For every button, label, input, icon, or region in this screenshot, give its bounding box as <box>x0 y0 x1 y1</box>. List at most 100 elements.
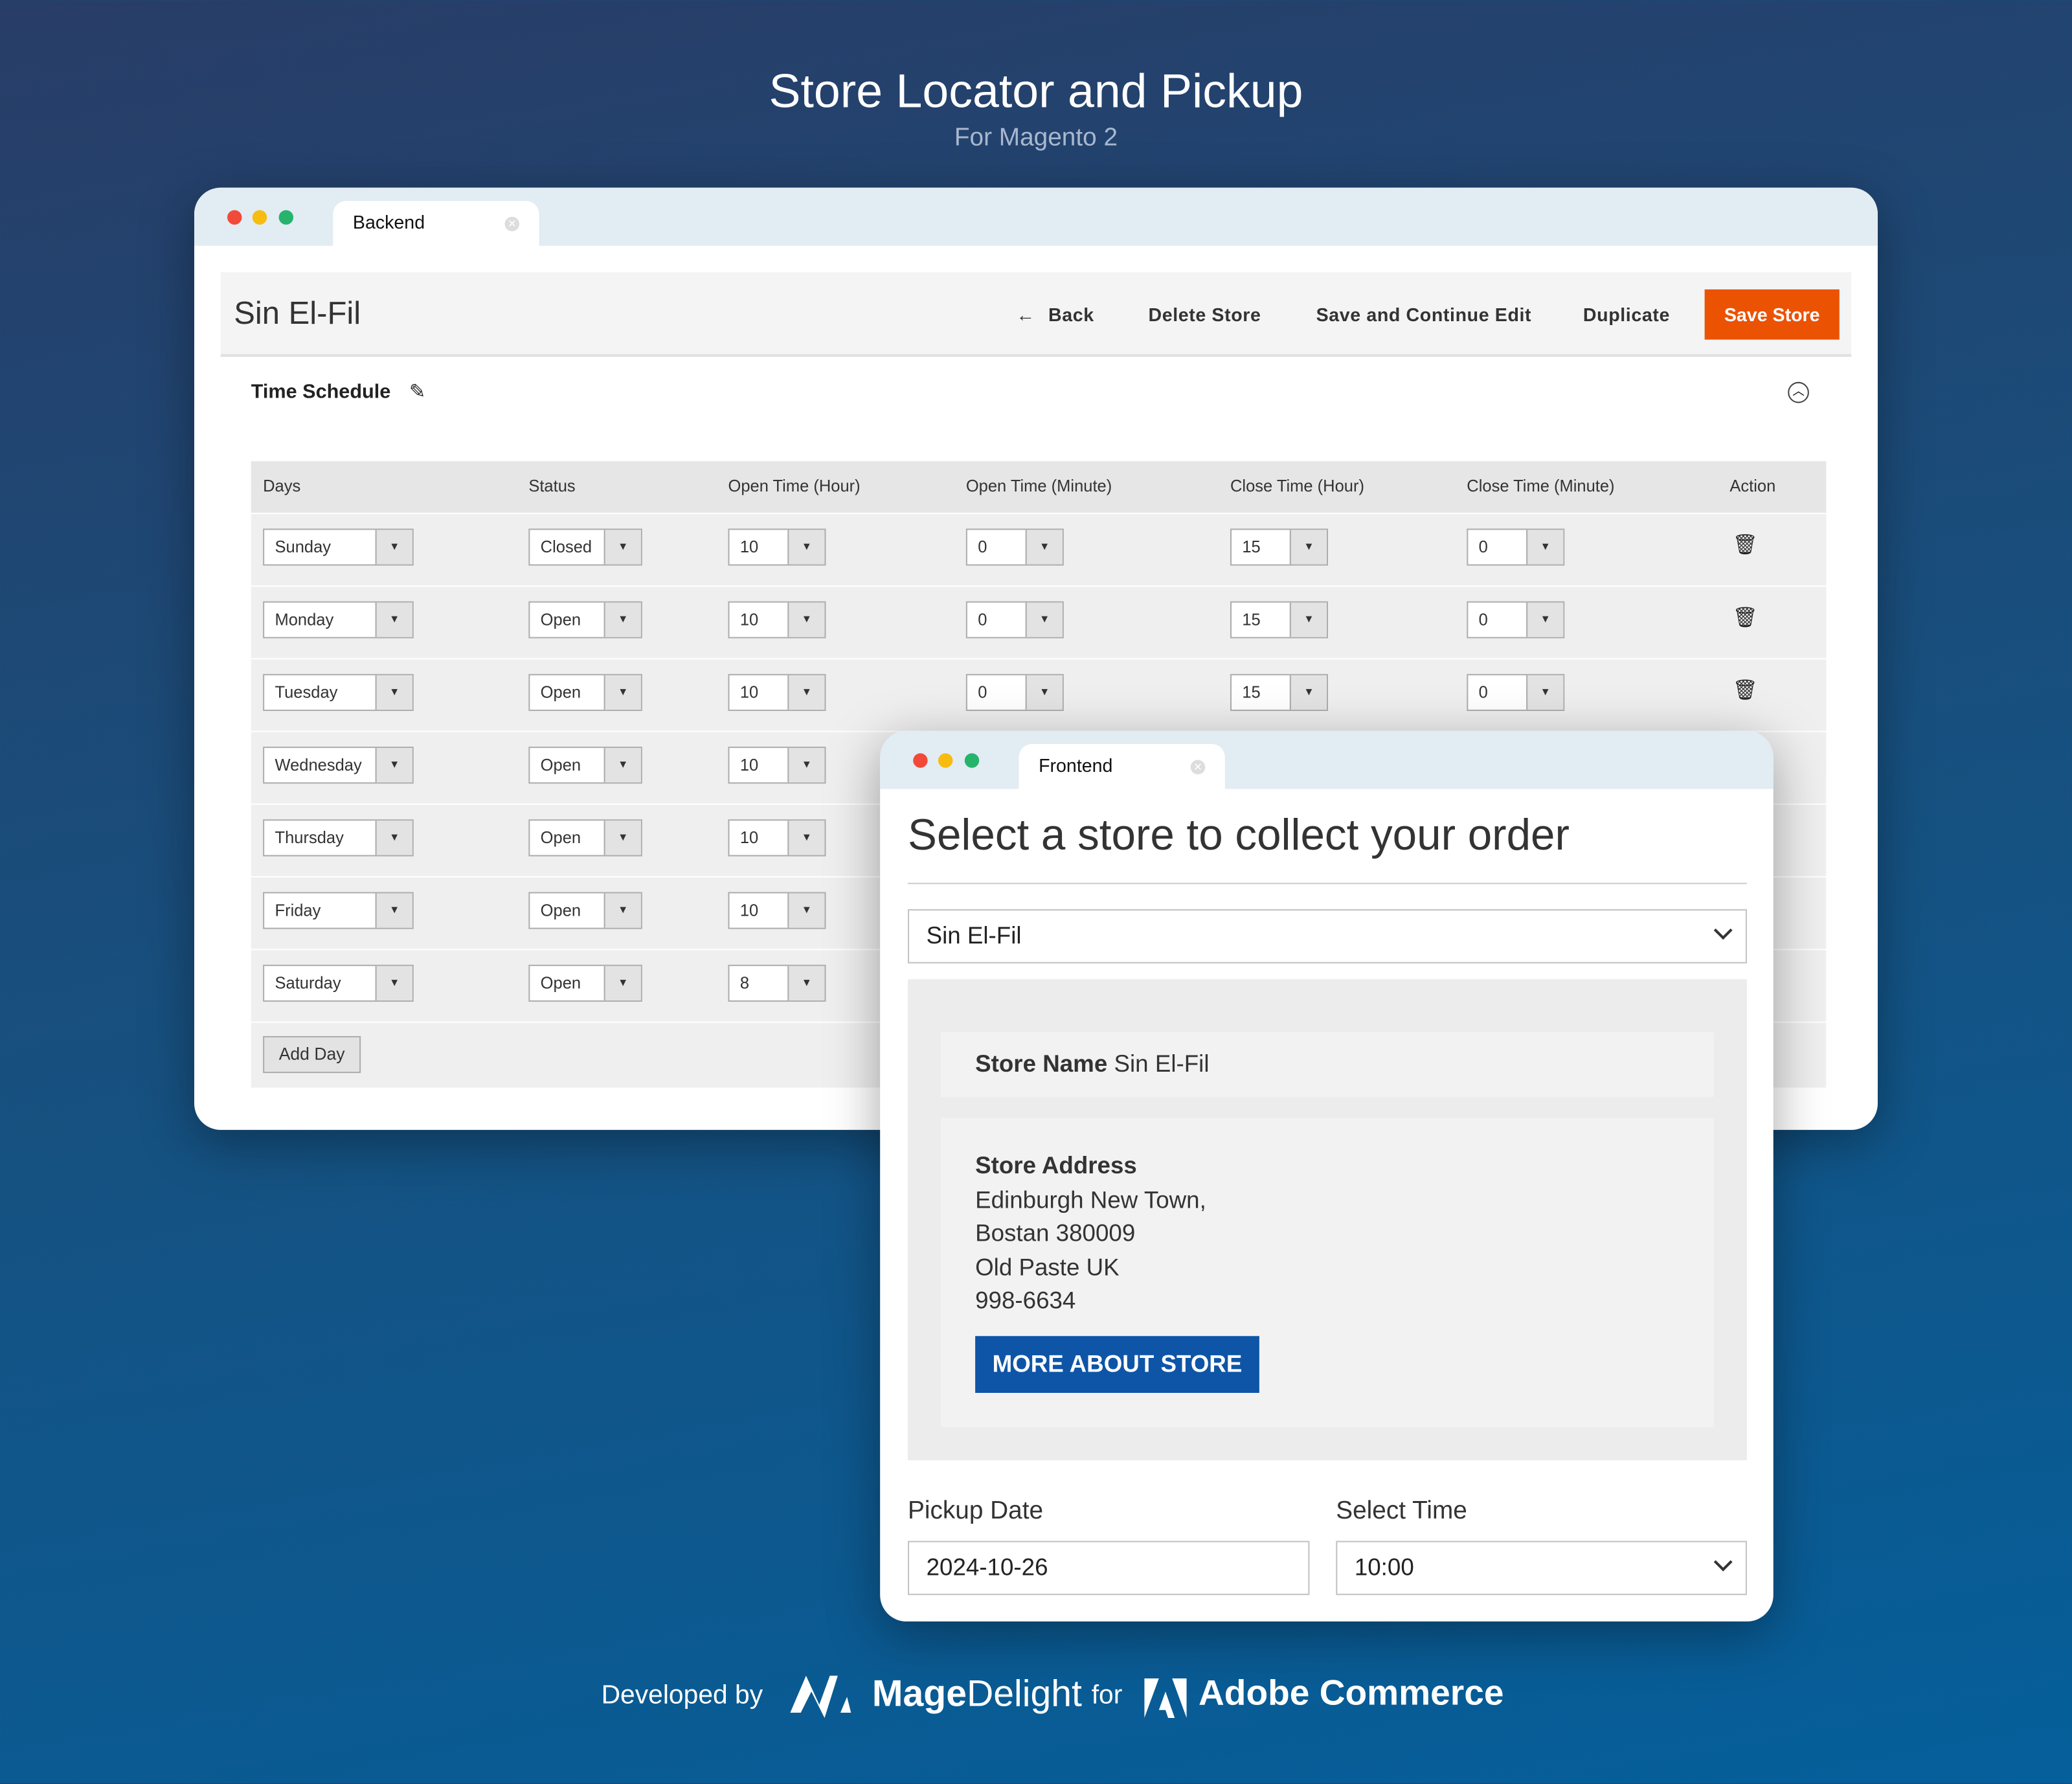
trash-icon[interactable]: 🗑 <box>1732 678 1757 702</box>
frontend-window: Frontend ✕ Select a store to collect your… <box>880 730 1774 1622</box>
status-select[interactable]: Open ▼ <box>528 673 642 711</box>
close-min-select[interactable]: 0 ▼ <box>1467 673 1565 711</box>
store-select[interactable]: Sin El-Fil <box>908 909 1747 964</box>
dropdown-arrow-icon: ▼ <box>603 965 641 1000</box>
save-continue-button[interactable]: Save and Continue Edit <box>1316 304 1532 325</box>
open-hour-select[interactable]: 10 ▼ <box>728 601 826 638</box>
page-title: Sin El-Fil <box>234 296 361 332</box>
hero-title: Store Locator and Pickup <box>769 63 1303 118</box>
minimize-window-dot[interactable] <box>938 753 953 768</box>
close-hour-select[interactable]: 15 ▼ <box>1230 528 1329 566</box>
open-min-select[interactable]: 0 ▼ <box>965 528 1064 566</box>
row-divider <box>251 512 1827 514</box>
status-select[interactable]: Open ▼ <box>528 819 642 857</box>
column-header: Status <box>528 477 576 496</box>
delete-store-button[interactable]: Delete Store <box>1148 304 1261 325</box>
minimize-window-dot[interactable] <box>252 210 267 225</box>
dropdown-arrow-icon: ▼ <box>375 530 412 565</box>
close-min-select[interactable]: 0 ▼ <box>1467 528 1565 566</box>
day-select[interactable]: Friday ▼ <box>263 892 414 929</box>
tab-frontend[interactable]: Frontend ✕ <box>1019 743 1225 789</box>
store-address-label: Store Address <box>975 1152 1137 1179</box>
collapse-icon[interactable]: ︿ <box>1788 381 1809 403</box>
store-name-box: Store Name Sin El-Fil <box>941 1032 1714 1097</box>
day-select[interactable]: Sunday ▼ <box>263 528 414 566</box>
chevron-down-icon <box>1713 921 1733 940</box>
pencil-icon[interactable]: ✎ <box>409 381 426 403</box>
back-button[interactable]: ← Back <box>1016 304 1094 325</box>
day-select[interactable]: Tuesday ▼ <box>263 673 414 711</box>
open-hour-select[interactable]: 8 ▼ <box>728 964 826 1002</box>
dropdown-arrow-icon: ▼ <box>1025 602 1063 637</box>
dropdown-arrow-icon: ▼ <box>787 530 825 565</box>
dropdown-arrow-icon: ▼ <box>375 602 412 637</box>
status-select[interactable]: Open ▼ <box>528 601 642 638</box>
dropdown-arrow-icon: ▼ <box>1289 675 1327 710</box>
tab-bar: Backend ✕ <box>194 187 1878 246</box>
dropdown-arrow-icon: ▼ <box>603 893 641 928</box>
dropdown-arrow-icon: ▼ <box>787 893 825 928</box>
dropdown-arrow-icon: ▼ <box>787 965 825 1000</box>
column-header: Open Time (Minute) <box>965 477 1112 496</box>
status-select[interactable]: Open ▼ <box>528 747 642 784</box>
day-select[interactable]: Monday ▼ <box>263 601 414 638</box>
maximize-window-dot[interactable] <box>964 753 980 768</box>
trash-icon[interactable]: 🗑 <box>1732 605 1757 629</box>
open-hour-select[interactable]: 10 ▼ <box>728 819 826 857</box>
tab-label: Frontend <box>1039 754 1113 776</box>
open-min-select[interactable]: 0 ▼ <box>965 673 1064 711</box>
row-divider <box>251 585 1827 587</box>
tab-close-icon[interactable]: ✕ <box>504 216 520 232</box>
open-hour-select[interactable]: 10 ▼ <box>728 528 826 566</box>
more-about-store-button[interactable]: MORE ABOUT STORE <box>975 1336 1259 1394</box>
dropdown-arrow-icon: ▼ <box>787 748 825 783</box>
dropdown-arrow-icon: ▼ <box>1025 675 1063 710</box>
dropdown-arrow-icon: ▼ <box>603 820 641 855</box>
open-hour-select[interactable]: 10 ▼ <box>728 673 826 711</box>
developed-by-text: Developed by <box>601 1680 763 1710</box>
add-day-button[interactable]: Add Day <box>263 1035 361 1074</box>
tab-close-icon[interactable]: ✕ <box>1190 760 1206 774</box>
trash-icon[interactable]: 🗑 <box>1732 532 1757 556</box>
address-line: Old Paste UK <box>975 1253 1120 1280</box>
store-name: Sin El-Fil <box>1114 1050 1210 1078</box>
dropdown-arrow-icon: ▼ <box>603 602 641 637</box>
save-store-button[interactable]: Save Store <box>1704 289 1840 340</box>
magedelight-logo: MageDelight <box>872 1673 1082 1714</box>
address-line: Bostan 380009 <box>975 1219 1136 1247</box>
maximize-window-dot[interactable] <box>278 210 294 225</box>
day-select[interactable]: Thursday ▼ <box>263 819 414 857</box>
dropdown-arrow-icon: ▼ <box>1025 530 1063 565</box>
day-select[interactable]: Wednesday ▼ <box>263 747 414 784</box>
row-divider <box>251 658 1827 660</box>
divider <box>908 883 1747 885</box>
dropdown-arrow-icon: ▼ <box>787 820 825 855</box>
dropdown-arrow-icon: ▼ <box>1526 602 1564 637</box>
open-min-select[interactable]: 0 ▼ <box>965 601 1064 638</box>
address-phone: 998-6634 <box>975 1287 1076 1314</box>
time-select[interactable]: 10:00 <box>1336 1541 1747 1596</box>
duplicate-button[interactable]: Duplicate <box>1583 304 1670 325</box>
chevron-down-icon <box>1713 1552 1733 1572</box>
close-min-select[interactable]: 0 ▼ <box>1467 601 1565 638</box>
status-select[interactable]: Open ▼ <box>528 892 642 929</box>
close-window-dot[interactable] <box>227 210 242 225</box>
open-hour-select[interactable]: 10 ▼ <box>728 892 826 929</box>
day-select[interactable]: Saturday ▼ <box>263 964 414 1002</box>
for-text: for <box>1091 1680 1123 1710</box>
dropdown-arrow-icon: ▼ <box>603 748 641 783</box>
column-header: Open Time (Hour) <box>728 477 861 496</box>
open-hour-select[interactable]: 10 ▼ <box>728 747 826 784</box>
tab-backend[interactable]: Backend ✕ <box>333 201 539 246</box>
pickup-date-input[interactable]: 2024-10-26 <box>908 1541 1310 1596</box>
dropdown-arrow-icon: ▼ <box>375 893 412 928</box>
status-select[interactable]: Open ▼ <box>528 964 642 1002</box>
close-hour-select[interactable]: 15 ▼ <box>1230 601 1329 638</box>
status-select[interactable]: Closed ▼ <box>528 528 642 566</box>
dropdown-arrow-icon: ▼ <box>375 748 412 783</box>
close-window-dot[interactable] <box>913 753 928 768</box>
section-title[interactable]: Time Schedule ✎ <box>251 379 426 403</box>
dropdown-arrow-icon: ▼ <box>375 820 412 855</box>
magedelight-logo-icon <box>790 1675 851 1719</box>
close-hour-select[interactable]: 15 ▼ <box>1230 673 1329 711</box>
